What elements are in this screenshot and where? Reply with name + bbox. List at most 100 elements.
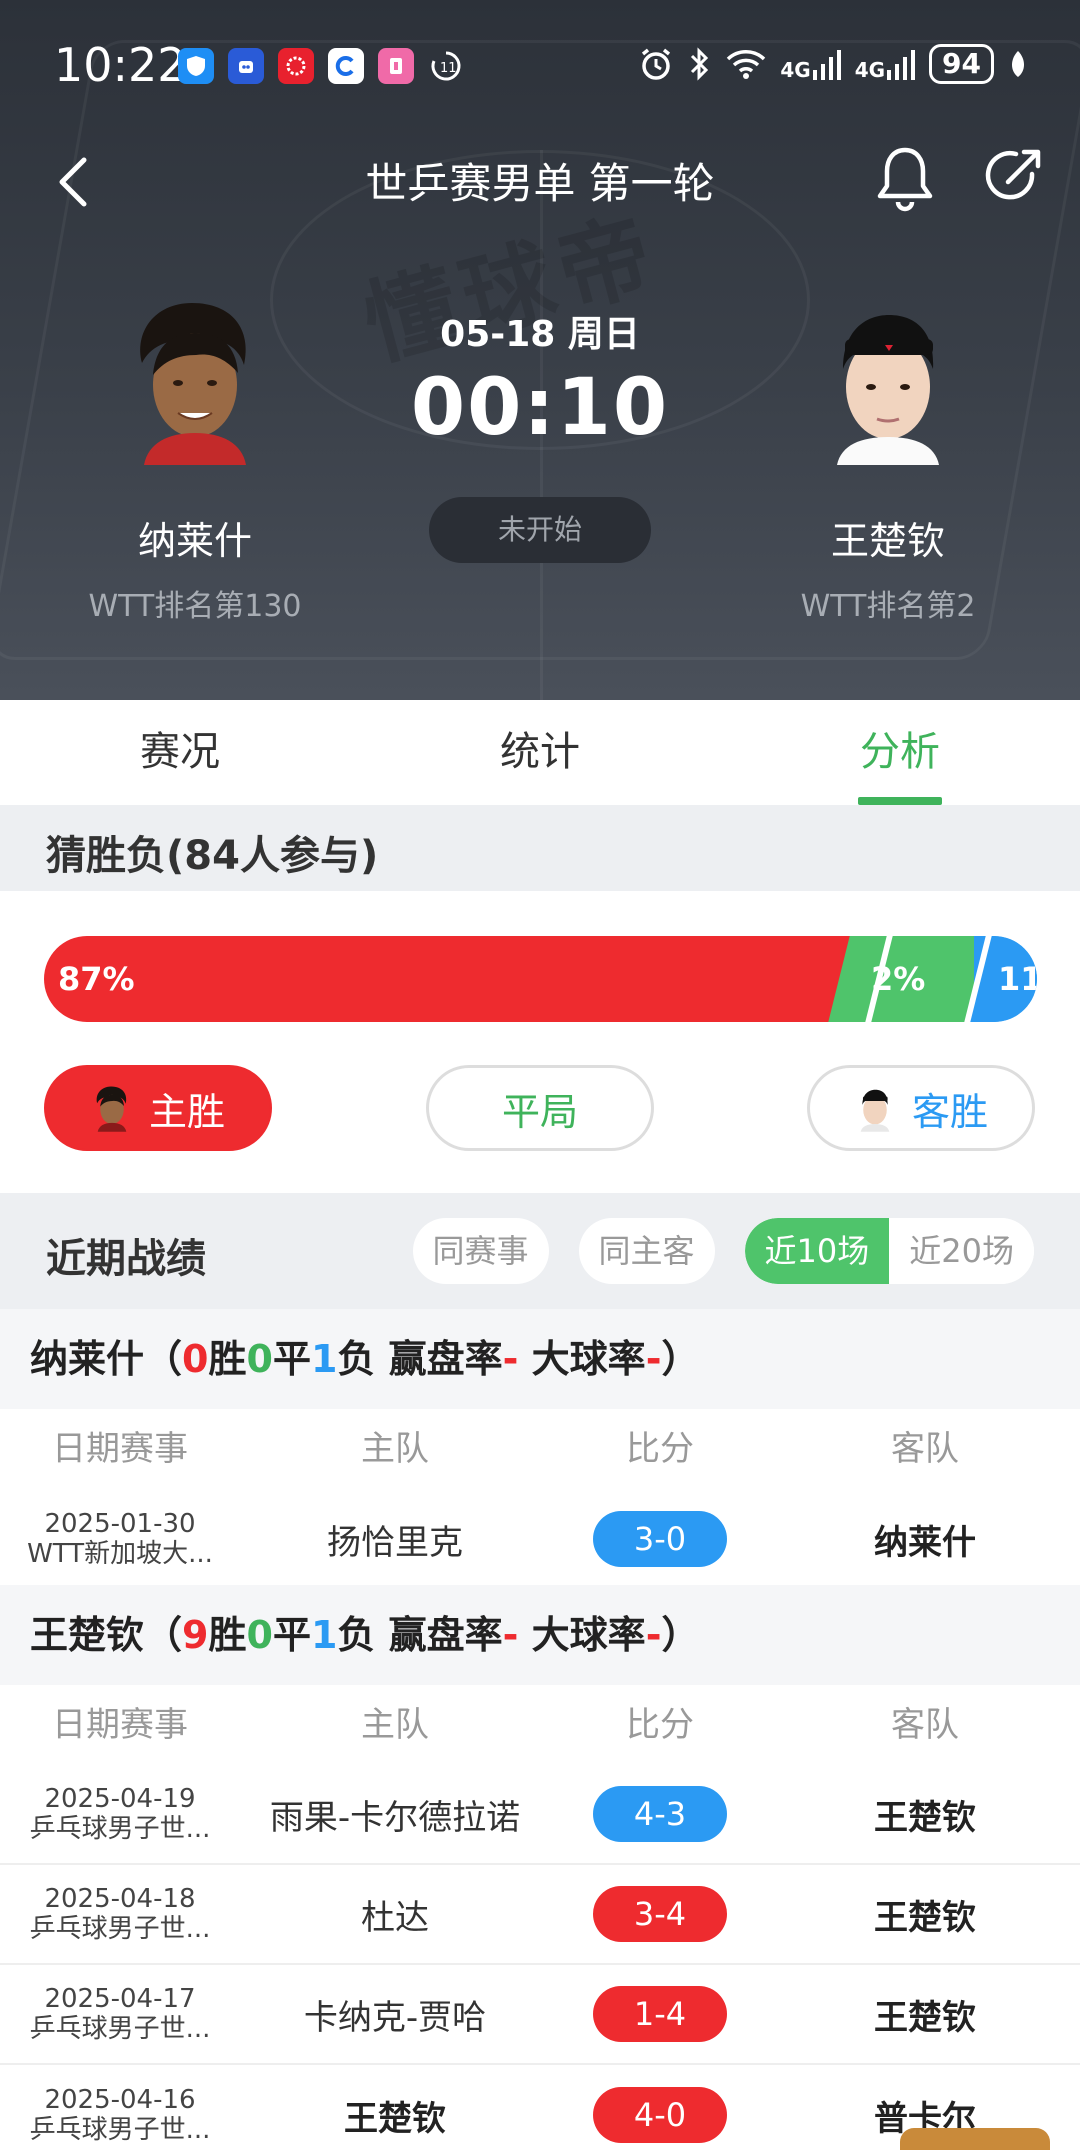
shield-app-icon	[178, 48, 214, 84]
col-score: 比分	[626, 1429, 694, 1469]
bell-icon[interactable]	[874, 144, 936, 214]
team1-name: 纳莱什	[30, 1337, 145, 1381]
row-event: 乒乓球男子世...	[29, 2115, 211, 2145]
draw-button[interactable]: 平局	[426, 1065, 654, 1151]
media-app-icon	[378, 48, 414, 84]
row-date: 2025-04-19	[44, 1784, 196, 1814]
away-player-mini-avatar	[854, 1084, 896, 1132]
row-date: 2025-01-30	[44, 1509, 196, 1539]
row-away: 王楚钦	[874, 1797, 976, 1838]
leaf-icon	[1012, 51, 1024, 77]
team2-handicap-rate: -	[502, 1613, 519, 1657]
team1-record-header: 纳莱什（0胜0平1负 赢盘率- 大球率-）	[0, 1309, 1080, 1409]
table-row[interactable]: 2025-01-30 WTT新加坡大... 扬恰里克 3-0 纳莱什	[0, 1489, 1080, 1589]
team1-losses: 1	[310, 1337, 338, 1381]
col-score: 比分	[626, 1705, 694, 1745]
row-date: 2025-04-17	[44, 1984, 196, 2014]
signal-icon-2: 4G	[855, 48, 916, 80]
recent-section-header: 近期战绩 同赛事 同主客 近10场 近20场	[0, 1193, 1080, 1309]
team2-over-rate: -	[645, 1613, 662, 1657]
row-home: 杜达	[361, 1897, 429, 1938]
row-event: WTT新加坡大...	[27, 1539, 213, 1569]
filter-range-group: 近10场 近20场	[744, 1218, 1034, 1284]
tab-stats[interactable]: 统计	[360, 700, 720, 805]
team1-over-rate: -	[645, 1337, 662, 1381]
away-player-rank: WTT排名第2	[800, 589, 976, 624]
draw-vote-pct: 2%	[871, 960, 926, 998]
row-score-badge: 4-3	[593, 1786, 727, 1842]
recent-filters: 同赛事 同主客 近10场 近20场	[412, 1218, 1034, 1284]
wifi-icon	[727, 50, 766, 79]
table-row[interactable]: 2025-04-19 乒乓球男子世... 雨果-卡尔德拉诺 4-3 王楚钦	[0, 1765, 1080, 1865]
floating-action-button[interactable]	[900, 2128, 1050, 2150]
away-player-name: 王楚钦	[830, 519, 945, 563]
signal-icon-1: 4G	[780, 48, 841, 80]
col-home: 主队	[361, 1429, 429, 1469]
away-player-avatar	[813, 295, 963, 465]
match-status-badge: 未开始	[429, 497, 651, 563]
row-score-badge: 3-4	[593, 1886, 727, 1942]
vote-distribution-bar: 87% 2% 11%	[44, 936, 1037, 1022]
draw-label: 平局	[501, 1089, 578, 1134]
home-player[interactable]: 纳莱什 WTT排名第130	[75, 295, 315, 625]
bluetooth-icon	[691, 47, 709, 81]
guess-title: 猜胜负(84人参与)	[46, 833, 379, 879]
team2-wins: 9	[182, 1613, 209, 1657]
home-vote-segment: 87%	[44, 936, 854, 1022]
col-date-event: 日期赛事	[52, 1705, 188, 1745]
filter-last-10[interactable]: 近10场	[744, 1218, 890, 1284]
team1-wins: 0	[182, 1337, 209, 1381]
home-player-rank: WTT排名第130	[88, 589, 302, 624]
row-date: 2025-04-16	[44, 2085, 196, 2115]
filter-same-home-away[interactable]: 同主客	[578, 1218, 715, 1284]
guess-section-header: 猜胜负(84人参与)	[0, 805, 1080, 891]
team2-losses: 1	[310, 1613, 338, 1657]
row-event: 乒乓球男子世...	[29, 1914, 211, 1944]
alarm-icon	[642, 48, 671, 80]
row-away: 王楚钦	[874, 1997, 976, 2038]
row-score-badge: 4-0	[593, 2087, 727, 2143]
row-home: 扬恰里克	[327, 1522, 463, 1563]
col-away: 客队	[891, 1429, 959, 1469]
system-icons: 4G 4G 94	[638, 44, 1028, 84]
sync-status-icon: 11	[428, 48, 464, 84]
svg-text:11: 11	[440, 61, 457, 76]
row-score-badge: 3-0	[593, 1511, 727, 1567]
row-event: 乒乓球男子世...	[29, 2014, 211, 2044]
browser-app-icon	[328, 48, 364, 84]
home-player-avatar	[120, 295, 270, 465]
tab-analysis[interactable]: 分析	[720, 700, 1080, 805]
team2-record-header: 王楚钦（9胜0平1负 赢盘率- 大球率-）	[0, 1585, 1080, 1685]
row-home: 卡纳克-贾哈	[303, 1997, 487, 2038]
filter-last-20[interactable]: 近20场	[889, 1218, 1034, 1284]
match-time: 00:10	[410, 363, 670, 453]
col-home: 主队	[361, 1705, 429, 1745]
row-home: 王楚钦	[344, 2098, 446, 2139]
match-info: 05-18 周日 00:10 未开始	[340, 305, 740, 563]
team2-table-header: 日期赛事 主队 比分 客队	[0, 1685, 1080, 1765]
home-win-button[interactable]: 主胜	[44, 1065, 272, 1151]
table-row[interactable]: 2025-04-17 乒乓球男子世... 卡纳克-贾哈 1-4 王楚钦	[0, 1965, 1080, 2065]
table-row[interactable]: 2025-04-18 乒乓球男子世... 杜达 3-4 王楚钦	[0, 1865, 1080, 1965]
status-time: 10:22	[54, 38, 187, 92]
away-win-button[interactable]: 客胜	[807, 1065, 1035, 1151]
row-away: 王楚钦	[874, 1897, 976, 1938]
team1-table-header: 日期赛事 主队 比分 客队	[0, 1409, 1080, 1489]
draw-vote-segment: 2%	[828, 936, 990, 1022]
share-icon[interactable]	[980, 144, 1046, 210]
away-player[interactable]: 王楚钦 WTT排名第2	[768, 295, 1008, 625]
tab-live[interactable]: 赛况	[0, 700, 360, 805]
shopping-app-icon	[278, 48, 314, 84]
notification-icons: 11	[178, 48, 464, 84]
status-bar: 10:22 11 4G 4G 94	[0, 0, 1080, 130]
home-player-mini-avatar	[91, 1084, 133, 1132]
home-player-name: 纳莱什	[137, 519, 252, 563]
row-date: 2025-04-18	[44, 1884, 196, 1914]
filter-same-event[interactable]: 同赛事	[412, 1218, 549, 1284]
row-event: 乒乓球男子世...	[29, 1814, 211, 1844]
team1-draws: 0	[246, 1337, 273, 1381]
row-home: 雨果-卡尔德拉诺	[269, 1797, 521, 1838]
navigation-bar: 世乒赛男单 第一轮	[0, 130, 1080, 240]
match-header: 懂球帝 10:22 11 4G 4G 94 世乒赛男单 第一轮 纳莱什 WTT排…	[0, 0, 1080, 700]
match-date: 05-18 周日	[440, 314, 640, 355]
